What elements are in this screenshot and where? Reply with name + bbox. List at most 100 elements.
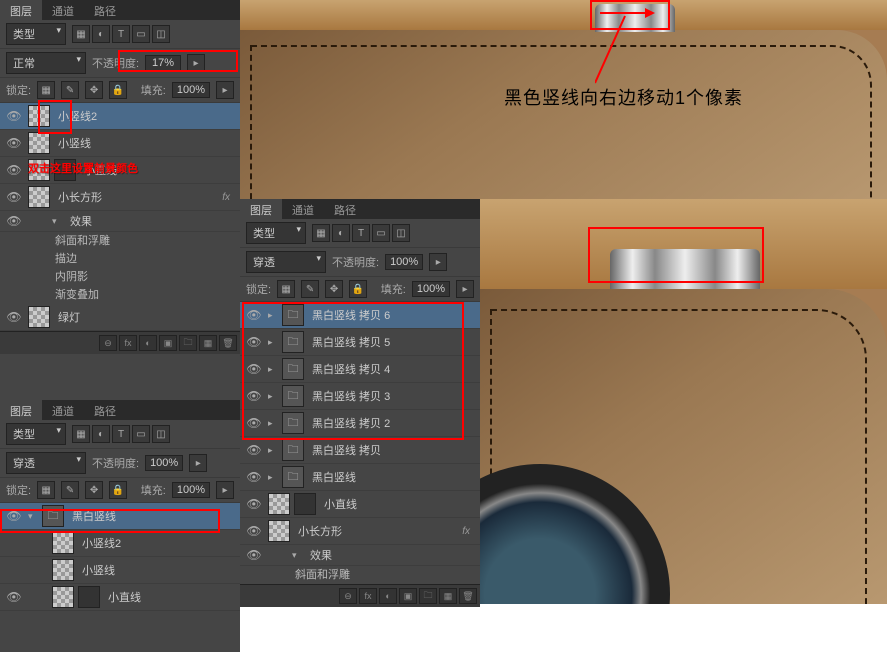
filter-shape-icon[interactable]: ▭ bbox=[132, 25, 150, 43]
lock-all-icon[interactable]: 🔒 bbox=[109, 481, 127, 499]
opacity-stepper[interactable]: ▸ bbox=[429, 253, 447, 271]
effect-item[interactable]: 内阴影 bbox=[0, 268, 240, 286]
layer-row[interactable]: 小竖线 bbox=[0, 557, 240, 584]
adjustment-icon[interactable]: ▣ bbox=[159, 335, 177, 351]
layer-thumb[interactable] bbox=[28, 186, 50, 208]
filter-smart-icon[interactable]: ◫ bbox=[152, 425, 170, 443]
opacity-stepper[interactable]: ▸ bbox=[189, 454, 207, 472]
type-filter[interactable]: 类型 bbox=[6, 423, 66, 445]
fill-stepper[interactable]: ▸ bbox=[216, 481, 234, 499]
layer-row[interactable]: 👁 小直线 bbox=[0, 584, 240, 611]
filter-pixel-icon[interactable]: ▦ bbox=[312, 224, 330, 242]
blend-mode-dropdown[interactable]: 穿透 bbox=[246, 251, 326, 273]
new-layer-icon[interactable]: ▦ bbox=[439, 588, 457, 604]
group-row[interactable]: 👁 ▾ 🗀 黑白竖线 bbox=[0, 503, 240, 530]
layer-name[interactable]: 黑白竖线 拷贝 3 bbox=[308, 388, 476, 404]
layer-name[interactable]: 小长方形 bbox=[54, 189, 218, 205]
adjustment-icon[interactable]: ▣ bbox=[399, 588, 417, 604]
folder-icon[interactable]: 🗀 bbox=[282, 439, 304, 461]
filter-shape-icon[interactable]: ▭ bbox=[132, 425, 150, 443]
new-layer-icon[interactable]: ▦ bbox=[199, 335, 217, 351]
folder-icon[interactable]: 🗀 bbox=[282, 331, 304, 353]
effect-item[interactable]: 描边 bbox=[0, 250, 240, 268]
visibility-icon[interactable]: 👁 bbox=[4, 509, 24, 523]
layer-name[interactable]: 小竖线2 bbox=[78, 535, 236, 551]
visibility-icon[interactable]: 👁 bbox=[4, 310, 24, 324]
expand-icon[interactable]: ▸ bbox=[268, 310, 278, 321]
tab-paths[interactable]: 路径 bbox=[324, 199, 366, 219]
layer-name[interactable]: 黑白竖线 拷贝 6 bbox=[308, 307, 476, 323]
tab-channels[interactable]: 通道 bbox=[42, 400, 84, 420]
expand-icon[interactable]: ▸ bbox=[268, 337, 278, 348]
layer-name[interactable]: 小直线 bbox=[320, 496, 476, 512]
visibility-icon[interactable]: 👁 bbox=[244, 335, 264, 349]
fill-stepper[interactable]: ▸ bbox=[216, 81, 234, 99]
visibility-icon[interactable]: 👁 bbox=[4, 163, 24, 177]
visibility-icon[interactable]: 👁 bbox=[244, 416, 264, 430]
expand-icon[interactable]: ▸ bbox=[268, 445, 278, 456]
group-row[interactable]: 👁▸🗀黑白竖线 bbox=[240, 464, 480, 491]
folder-icon[interactable]: 🗀 bbox=[282, 304, 304, 326]
filter-smart-icon[interactable]: ◫ bbox=[392, 224, 410, 242]
visibility-icon[interactable]: 👁 bbox=[244, 470, 264, 484]
layer-name[interactable]: 黑白竖线 拷贝 4 bbox=[308, 361, 476, 377]
tab-layers[interactable]: 图层 bbox=[0, 0, 42, 20]
visibility-icon[interactable]: 👁 bbox=[244, 362, 264, 376]
collapse-icon[interactable]: ▾ bbox=[292, 550, 302, 561]
group-copy-row[interactable]: 👁▸🗀黑白竖线 拷贝 4 bbox=[240, 356, 480, 383]
expand-icon[interactable]: ▸ bbox=[268, 391, 278, 402]
layer-row[interactable]: 👁 小长方形 fx bbox=[0, 184, 240, 211]
layer-thumb[interactable] bbox=[268, 520, 290, 542]
lock-trans-icon[interactable]: ▦ bbox=[37, 481, 55, 499]
layer-name[interactable]: 小直线 bbox=[104, 589, 236, 605]
opacity-value[interactable]: 100% bbox=[385, 254, 423, 270]
visibility-icon[interactable]: 👁 bbox=[244, 524, 264, 538]
layer-name[interactable]: 小竖线 bbox=[78, 562, 236, 578]
visibility-icon[interactable]: 👁 bbox=[244, 548, 264, 562]
lock-move-icon[interactable]: ✥ bbox=[85, 481, 103, 499]
fill-value[interactable]: 100% bbox=[172, 482, 210, 498]
opacity-stepper[interactable]: ▸ bbox=[187, 54, 205, 72]
layer-thumb[interactable] bbox=[28, 132, 50, 154]
fx-icon[interactable]: fx bbox=[359, 588, 377, 604]
fx-icon[interactable]: fx bbox=[119, 335, 137, 351]
folder-icon[interactable]: 🗀 bbox=[282, 385, 304, 407]
tab-channels[interactable]: 通道 bbox=[282, 199, 324, 219]
layer-row[interactable]: 小竖线2 bbox=[0, 530, 240, 557]
folder-icon[interactable]: 🗀 bbox=[179, 335, 197, 351]
type-filter[interactable]: 类型 bbox=[246, 222, 306, 244]
folder-icon[interactable]: 🗀 bbox=[42, 505, 64, 527]
effect-item[interactable]: 斜面和浮雕 bbox=[240, 566, 480, 584]
filter-adjust-icon[interactable]: ◐ bbox=[92, 425, 110, 443]
layer-name[interactable]: 小长方形 bbox=[294, 523, 458, 539]
layer-thumb[interactable] bbox=[28, 306, 50, 328]
visibility-icon[interactable]: 👁 bbox=[244, 308, 264, 322]
filter-type-icon[interactable]: T bbox=[112, 425, 130, 443]
filter-shape-icon[interactable]: ▭ bbox=[372, 224, 390, 242]
layer-thumb[interactable] bbox=[268, 493, 290, 515]
fx-badge[interactable]: fx bbox=[222, 192, 236, 203]
filter-smart-icon[interactable]: ◫ bbox=[152, 25, 170, 43]
layer-name[interactable]: 黑白竖线 拷贝 2 bbox=[308, 415, 476, 431]
layer-thumb[interactable] bbox=[52, 532, 74, 554]
fill-stepper[interactable]: ▸ bbox=[456, 280, 474, 298]
layer-name[interactable]: 黑白竖线 拷贝 5 bbox=[308, 334, 476, 350]
effects-row[interactable]: 👁▾效果 bbox=[240, 545, 480, 566]
visibility-icon[interactable]: 👁 bbox=[4, 214, 24, 228]
tab-layers[interactable]: 图层 bbox=[0, 400, 42, 420]
blend-mode-dropdown[interactable]: 正常 bbox=[6, 52, 86, 74]
layer-row[interactable]: 👁 绿灯 bbox=[0, 304, 240, 331]
mask-thumb[interactable] bbox=[78, 586, 100, 608]
filter-type-icon[interactable]: T bbox=[112, 25, 130, 43]
mask-thumb[interactable] bbox=[294, 493, 316, 515]
layer-row[interactable]: 👁 小竖线2 bbox=[0, 103, 240, 130]
layer-row[interactable]: 👁 小竖线 bbox=[0, 130, 240, 157]
layer-thumb[interactable] bbox=[52, 586, 74, 608]
blend-mode-dropdown[interactable]: 穿透 bbox=[6, 452, 86, 474]
trash-icon[interactable]: 🗑 bbox=[219, 335, 237, 351]
folder-icon[interactable]: 🗀 bbox=[419, 588, 437, 604]
filter-adjust-icon[interactable]: ◐ bbox=[332, 224, 350, 242]
tab-channels[interactable]: 通道 bbox=[42, 0, 84, 20]
expand-icon[interactable]: ▸ bbox=[268, 364, 278, 375]
lock-trans-icon[interactable]: ▦ bbox=[277, 280, 295, 298]
